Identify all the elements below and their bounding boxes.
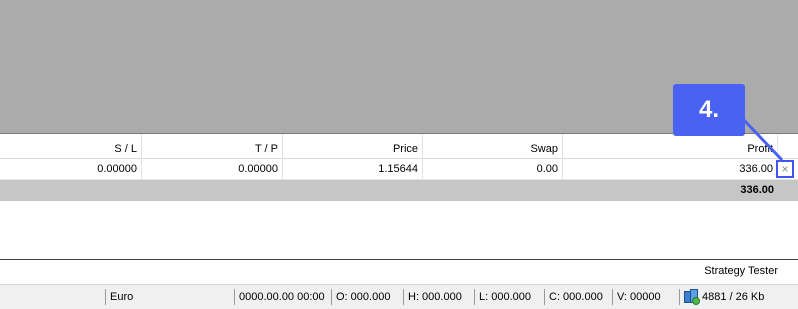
strategy-tester-bar: Strategy Tester: [0, 259, 798, 282]
status-open: O: 000.000: [331, 289, 390, 305]
status-volume: V: 00000: [612, 289, 661, 305]
status-connection[interactable]: 4881 / 26 Kb: [679, 289, 764, 305]
trade-table: S / L T / P Price Swap Profit 0.00000 0.…: [0, 133, 798, 202]
status-profile: Euro: [105, 289, 133, 305]
cell-profit: 336.00: [563, 159, 778, 179]
strategy-tester-tab[interactable]: Strategy Tester: [704, 260, 778, 282]
close-icon: ×: [781, 162, 789, 176]
total-row: 336.00: [0, 180, 798, 201]
total-profit: 336.00: [740, 184, 774, 196]
column-header-swap[interactable]: Swap: [423, 134, 563, 159]
cell-swap: 0.00: [423, 159, 563, 179]
cell-price: 1.15644: [283, 159, 423, 179]
close-position-button[interactable]: ×: [776, 160, 794, 178]
step-callout: 4.: [673, 84, 745, 136]
column-header-price[interactable]: Price: [283, 134, 423, 159]
status-datetime: 0000.00.00 00:00: [234, 289, 325, 305]
cell-tp: 0.00000: [142, 159, 283, 179]
table-row[interactable]: 0.00000 0.00000 1.15644 0.00 336.00: [0, 159, 798, 180]
column-header-tp[interactable]: T / P: [142, 134, 283, 159]
cell-sl: 0.00000: [0, 159, 142, 179]
table-header-row: S / L T / P Price Swap Profit: [0, 133, 798, 159]
column-header-sl[interactable]: S / L: [0, 134, 142, 159]
connection-status-icon: [684, 289, 700, 305]
status-high: H: 000.000: [403, 289, 462, 305]
status-traffic: 4881 / 26 Kb: [702, 291, 765, 303]
column-header-profit[interactable]: Profit: [563, 134, 778, 159]
status-low: L: 000.000: [474, 289, 531, 305]
status-bar: Euro 0000.00.00 00:00 O: 000.000 H: 000.…: [0, 284, 798, 309]
status-close: C: 000.000: [544, 289, 603, 305]
